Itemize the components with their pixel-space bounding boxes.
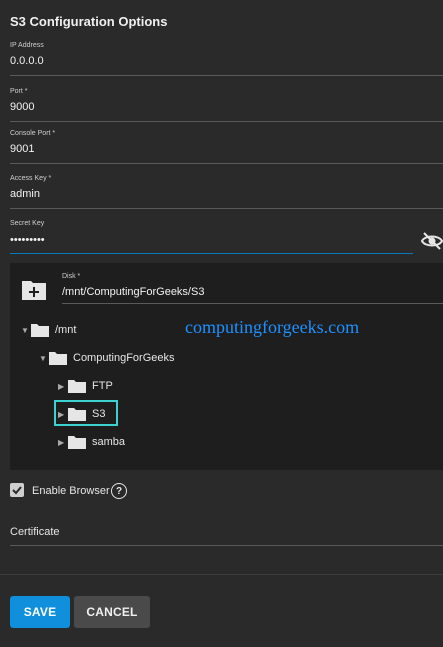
access-key-value[interactable]: admin [10,188,40,200]
watermark: computingforgeeks.com [185,317,360,337]
console-port-label: Console Port * [10,130,56,137]
folder-icon [31,324,49,337]
folder-icon [68,436,86,449]
divider [10,253,413,254]
tree-node-computingforgeeks[interactable]: ▼ ComputingForGeeks [39,350,175,366]
access-key-label: Access Key * [10,175,52,182]
tree-node-ftp[interactable]: ▶ FTP [58,378,113,394]
expanded-arrow-icon[interactable]: ▼ [21,326,31,335]
visibility-toggle-icon[interactable] [420,232,443,250]
certificate-select[interactable]: Certificate [10,526,60,538]
ip-address-value[interactable]: 0.0.0.0 [10,55,44,67]
dataset-browser: Disk * /mnt/ComputingForGeeks/S3 computi… [10,263,443,470]
divider [10,208,443,209]
folder-icon [49,352,67,365]
collapsed-arrow-icon[interactable]: ▶ [58,438,68,447]
console-port-field[interactable]: Console Port * 9001 [10,130,443,164]
checkmark-icon [12,486,22,495]
page-title: S3 Configuration Options [10,14,168,29]
enable-browser-checkbox[interactable] [10,483,24,497]
tree-node-label: ComputingForGeeks [73,352,175,364]
cancel-button[interactable]: CANCEL [74,596,150,628]
tree-node-label: samba [92,436,126,448]
disk-path-input[interactable]: /mnt/ComputingForGeeks/S3 [62,286,204,298]
eye-off-icon [420,232,443,250]
folder-icon [68,380,86,393]
port-label: Port * [10,88,28,95]
collapsed-arrow-icon[interactable]: ▶ [58,410,68,419]
ip-address-field[interactable]: IP Address 0.0.0.0 [10,42,443,76]
tree-node-label: FTP [92,380,113,392]
port-value[interactable]: 9000 [10,101,34,113]
access-key-field[interactable]: Access Key * admin [10,175,443,209]
add-folder-button[interactable] [21,277,47,301]
divider [10,75,443,76]
divider [10,163,443,164]
port-field[interactable]: Port * 9000 [10,88,443,122]
folder-icon [68,408,86,421]
secret-key-field[interactable]: Secret Key ••••••••• [10,220,413,254]
help-circle-icon[interactable]: ? [111,483,127,499]
disk-label: Disk * [62,273,81,280]
tree-node-label: S3 [92,408,106,420]
divider [0,574,443,575]
enable-browser-label: Enable Browser [32,485,110,497]
divider [62,303,443,304]
folder-plus-icon [22,281,46,300]
tree-node-s3[interactable]: ▶ S3 [58,406,105,422]
secret-key-label: Secret Key [10,220,45,227]
divider [10,121,443,122]
console-port-value[interactable]: 9001 [10,143,34,155]
divider [10,545,443,546]
tree-node-samba[interactable]: ▶ samba [58,434,125,450]
collapsed-arrow-icon[interactable]: ▶ [58,382,68,391]
save-button[interactable]: SAVE [10,596,70,628]
tree-node-mnt[interactable]: ▼ /mnt [21,322,76,338]
ip-address-label: IP Address [10,42,44,49]
expanded-arrow-icon[interactable]: ▼ [39,354,49,363]
secret-key-value[interactable]: ••••••••• [10,234,45,246]
tree-node-label: /mnt [55,324,77,336]
